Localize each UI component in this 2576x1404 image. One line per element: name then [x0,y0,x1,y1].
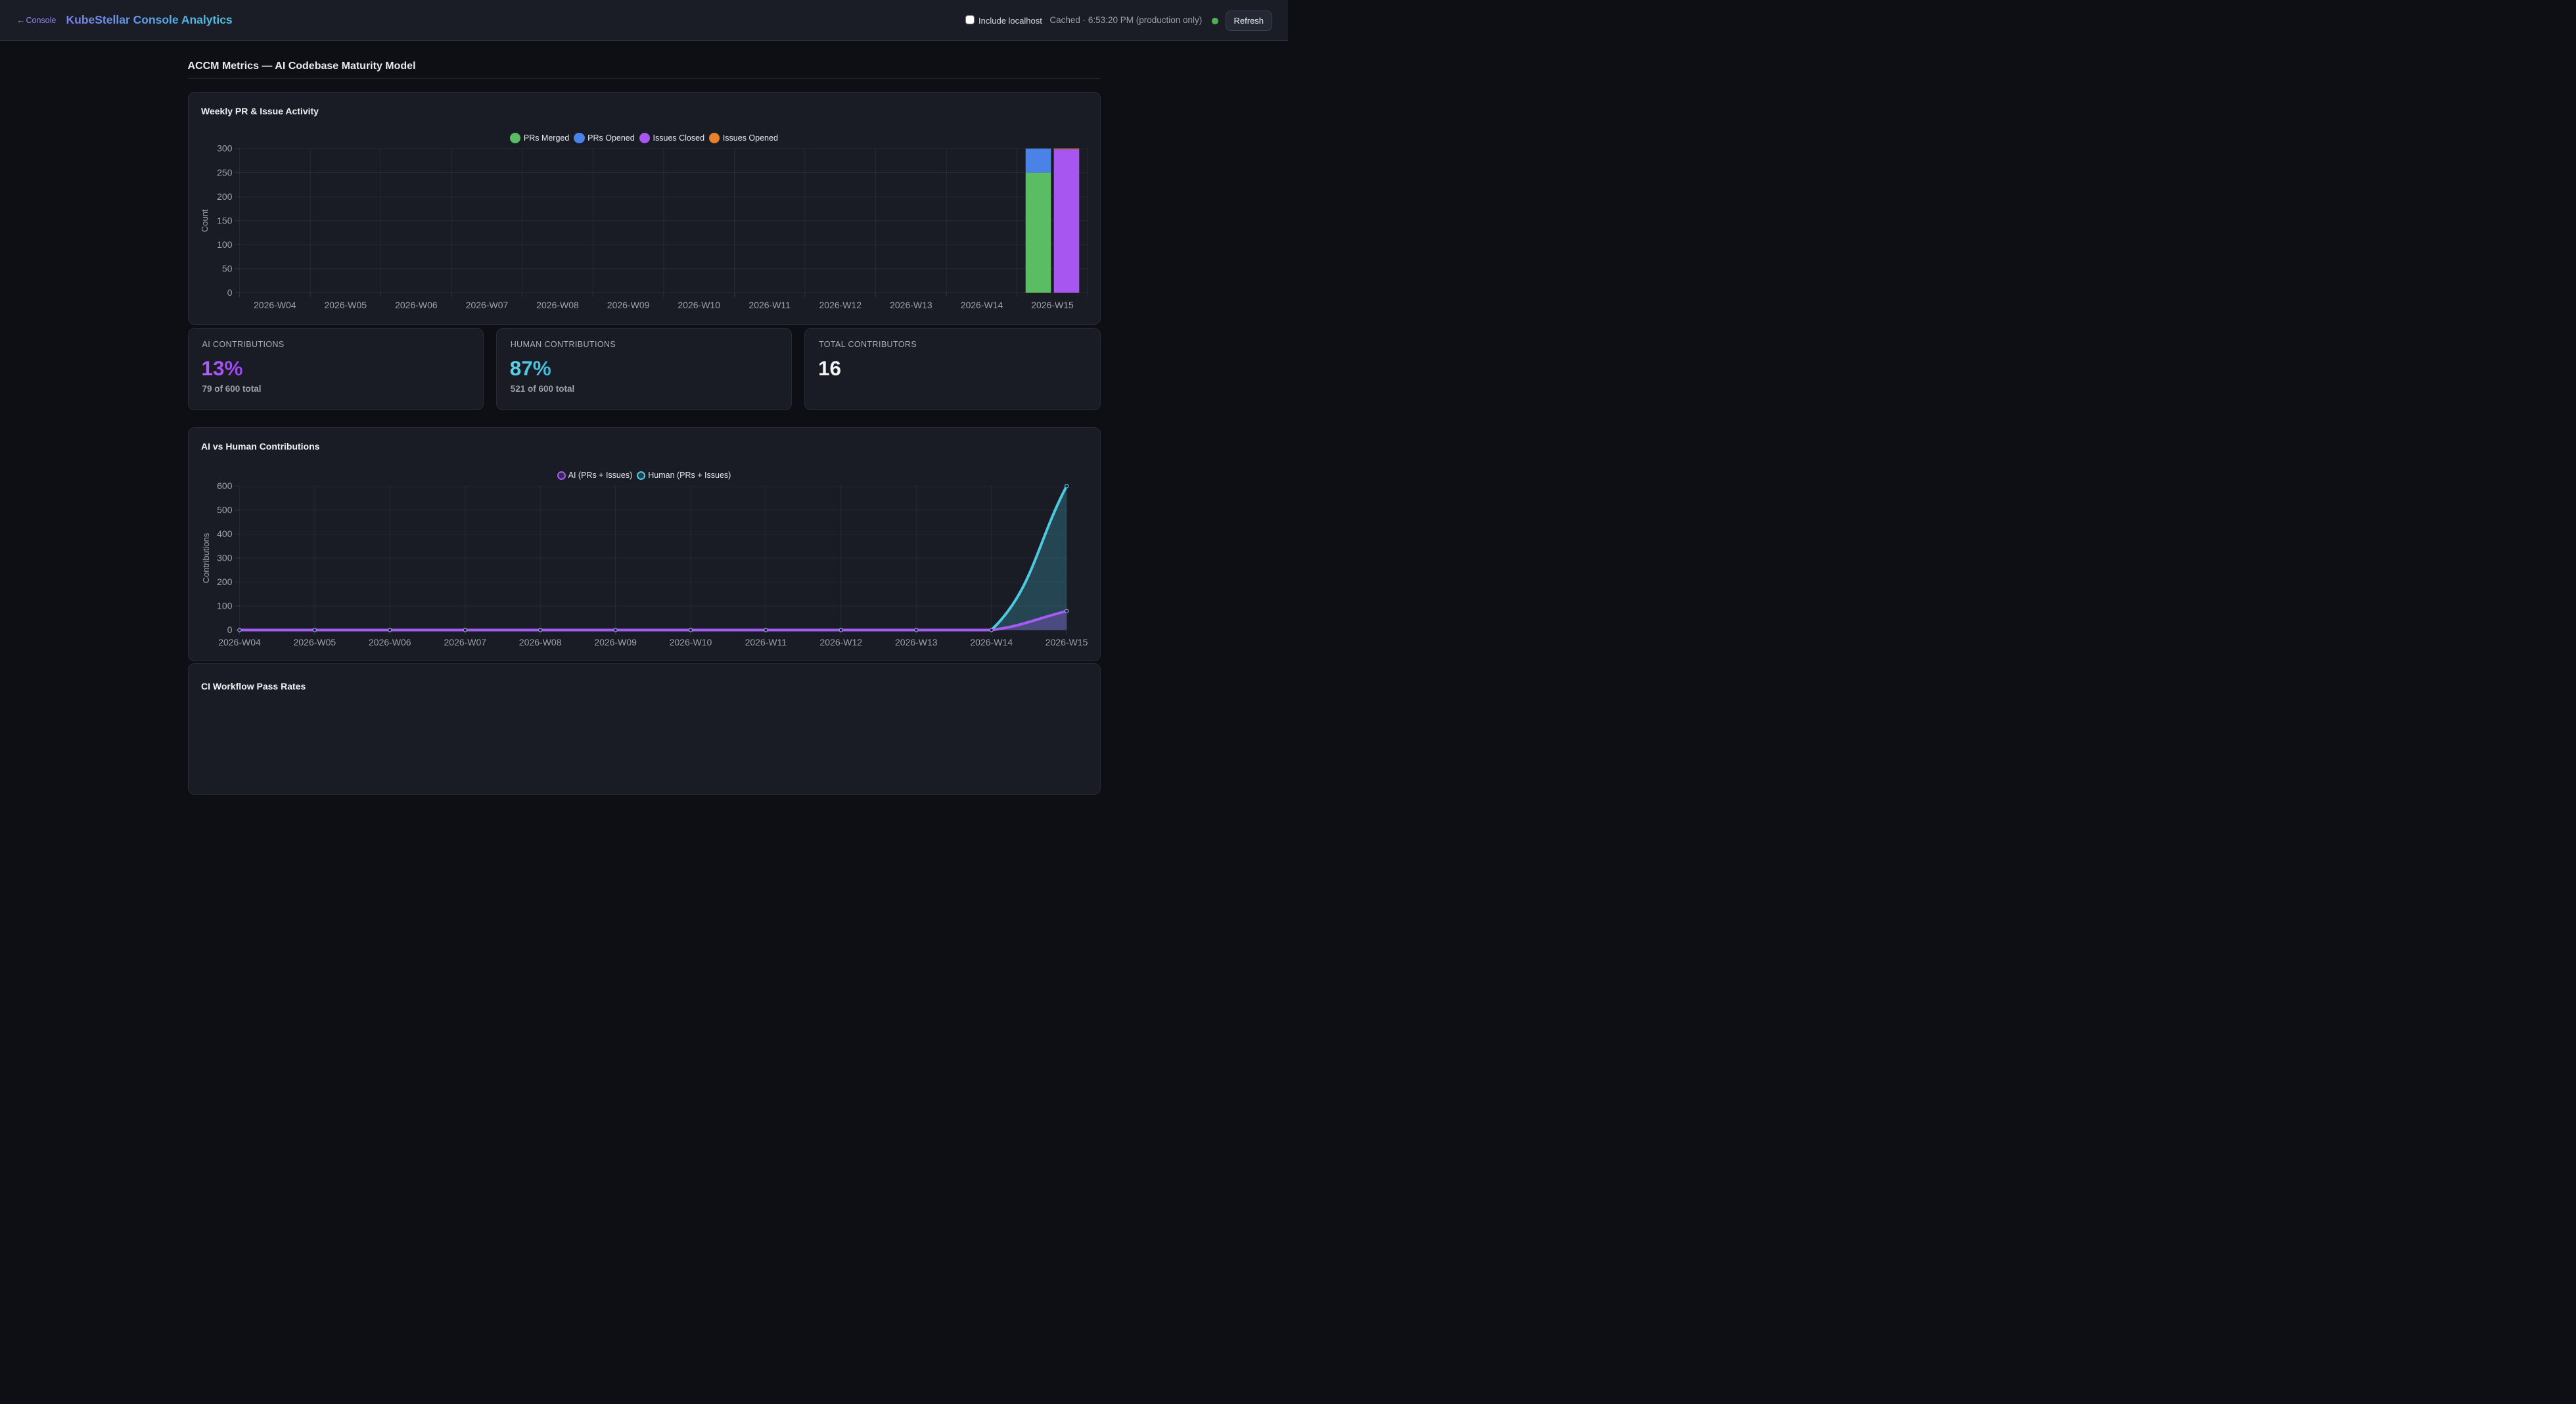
svg-text:2026-W04: 2026-W04 [218,637,261,647]
svg-text:2026-W11: 2026-W11 [748,300,791,310]
svg-text:0: 0 [227,287,232,298]
svg-text:2026-W08: 2026-W08 [518,637,561,647]
svg-text:2026-W15: 2026-W15 [1031,300,1074,310]
svg-text:2026-W12: 2026-W12 [819,300,862,310]
svg-text:250: 250 [217,167,233,177]
svg-text:2026-W13: 2026-W13 [895,637,938,647]
svg-text:50: 50 [221,264,232,274]
svg-text:2026-W08: 2026-W08 [536,300,579,310]
svg-text:2026-W05: 2026-W05 [324,300,367,310]
svg-text:2026-W04: 2026-W04 [254,300,296,310]
svg-text:Contributions: Contributions [201,532,211,583]
svg-text:2026-W06: 2026-W06 [395,300,438,310]
svg-text:500: 500 [217,504,233,515]
svg-text:100: 100 [217,239,233,250]
svg-text:Count: Count [200,209,210,232]
svg-text:2026-W09: 2026-W09 [594,637,637,647]
svg-text:200: 200 [217,191,233,202]
svg-text:2026-W15: 2026-W15 [1045,637,1088,647]
svg-text:600: 600 [217,480,233,491]
svg-text:2026-W06: 2026-W06 [369,637,411,647]
svg-text:100: 100 [217,600,233,611]
svg-text:2026-W11: 2026-W11 [745,637,787,647]
svg-text:2026-W14: 2026-W14 [960,300,1003,310]
svg-text:2026-W05: 2026-W05 [293,637,336,647]
svg-text:2026-W07: 2026-W07 [444,637,486,647]
svg-text:200: 200 [217,576,233,587]
svg-text:2026-W10: 2026-W10 [669,637,712,647]
svg-text:2026-W07: 2026-W07 [465,300,508,310]
svg-text:2026-W13: 2026-W13 [890,300,932,310]
svg-text:300: 300 [217,552,233,563]
svg-text:300: 300 [217,143,233,154]
svg-text:2026-W09: 2026-W09 [607,300,649,310]
svg-text:2026-W10: 2026-W10 [678,300,720,310]
svg-text:0: 0 [227,624,232,635]
svg-text:150: 150 [217,215,233,225]
svg-text:400: 400 [217,528,233,539]
svg-text:2026-W12: 2026-W12 [819,637,862,647]
svg-text:2026-W14: 2026-W14 [970,637,1013,647]
